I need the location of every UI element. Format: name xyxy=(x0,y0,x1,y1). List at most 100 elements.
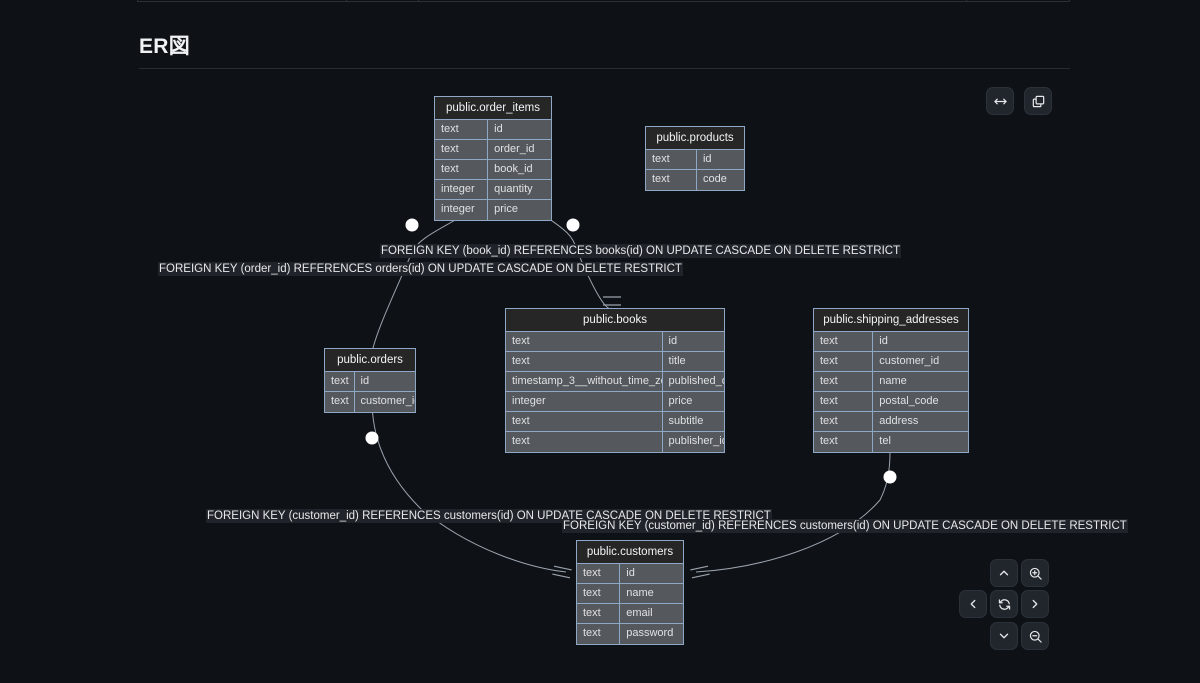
pan-up-button[interactable] xyxy=(990,559,1018,587)
er-column-type: text xyxy=(577,624,621,644)
er-column-name: password xyxy=(626,627,674,639)
er-column-name: code xyxy=(702,173,727,185)
chevron-up-icon xyxy=(999,570,1009,576)
er-table[interactable]: public.shipping_addresses text id text custo… xyxy=(813,308,969,453)
er-table-row: text id xyxy=(577,564,683,584)
chevron-down-icon xyxy=(999,633,1009,639)
er-table-row: integer price xyxy=(435,200,551,220)
er-column-name: id xyxy=(702,153,712,165)
er-table-row: text address xyxy=(814,412,968,432)
er-column-name: order_id xyxy=(494,143,535,155)
duplicate-button[interactable] xyxy=(1024,87,1052,115)
er-table-row: text title xyxy=(506,352,724,372)
many-endpoint-marker xyxy=(566,218,580,232)
one-endpoint-books xyxy=(603,296,621,306)
er-table[interactable]: public.products text id text code xyxy=(645,126,745,191)
er-column-name: address xyxy=(879,415,919,427)
er-column-type: text xyxy=(814,432,874,452)
er-column-name: postal_code xyxy=(879,395,939,407)
er-column-name: id xyxy=(360,375,370,387)
er-table-row: text id xyxy=(325,372,415,392)
er-column-type: text xyxy=(814,392,874,411)
er-column-name: title xyxy=(668,355,686,367)
relationship-label: FOREIGN KEY (book_id) REFERENCES books(i… xyxy=(380,244,902,258)
er-column-type: text xyxy=(814,332,874,351)
er-column-type: text xyxy=(435,120,489,139)
pan-left-button[interactable] xyxy=(959,590,987,618)
er-column-name: price xyxy=(668,395,693,407)
er-column-type: text xyxy=(506,332,663,351)
er-column-type: integer xyxy=(506,392,663,411)
diagram-canvas[interactable]: public.order_items text id text order_id text… xyxy=(0,76,1200,683)
page-title: ER図 xyxy=(139,35,191,58)
er-column-type: text xyxy=(577,584,621,603)
many-endpoint-marker xyxy=(883,470,897,484)
many-endpoint-marker xyxy=(365,431,379,445)
copy-icon xyxy=(1032,95,1044,107)
er-column-type: text xyxy=(325,372,355,391)
er-column-name: publisher_id xyxy=(668,435,724,447)
table-cell xyxy=(347,0,419,1)
er-column-type: text xyxy=(577,564,621,583)
reset-view-button[interactable] xyxy=(990,590,1018,618)
er-table-row: text email xyxy=(577,604,683,624)
pan-down-button[interactable] xyxy=(990,622,1018,650)
er-table-row: text subtitle xyxy=(506,412,724,432)
er-column-name: customer_id xyxy=(879,355,940,367)
er-table-name: public.orders xyxy=(325,349,415,372)
er-table-row: integer price xyxy=(506,392,724,412)
er-table[interactable]: public.customers text id text name text email t… xyxy=(576,540,684,645)
er-table[interactable]: public.orders text id text customer_id xyxy=(324,348,416,413)
er-column-type: text xyxy=(814,372,874,391)
er-table[interactable]: public.books text id text title timestamp_3__… xyxy=(505,308,725,453)
pan-right-button[interactable] xyxy=(1021,590,1049,618)
zoom-in-icon xyxy=(1029,567,1042,580)
zoom-in-button[interactable] xyxy=(1021,559,1049,587)
er-column-name: quantity xyxy=(494,183,533,195)
many-endpoint-marker xyxy=(405,218,419,232)
er-column-type: text xyxy=(506,352,663,371)
truncated-table-above xyxy=(137,0,1070,2)
fit-width-button[interactable] xyxy=(986,87,1014,115)
er-table-name: public.customers xyxy=(577,541,683,564)
er-table-row: text code xyxy=(646,170,744,190)
er-table-row: timestamp_3__without_time_zone published_… xyxy=(506,372,724,392)
er-column-name: price xyxy=(494,203,518,215)
er-column-type: text xyxy=(506,432,663,452)
er-column-type: timestamp_3__without_time_zone xyxy=(506,372,663,391)
er-table-row: text publisher_id xyxy=(506,432,724,452)
er-column-type: integer xyxy=(435,200,489,220)
er-table-row: text customer_id xyxy=(814,352,968,372)
er-column-name: id xyxy=(879,335,888,347)
er-column-name: id xyxy=(626,567,635,579)
horizontal-arrows-icon xyxy=(993,98,1007,104)
er-column-type: text xyxy=(814,352,874,371)
zoom-out-button[interactable] xyxy=(1021,622,1049,650)
er-column-type: text xyxy=(435,160,489,179)
fk-order-items-orders xyxy=(371,211,469,353)
er-table-name: public.products xyxy=(646,127,744,150)
er-column-type: text xyxy=(577,604,621,623)
er-column-name: name xyxy=(626,587,654,599)
er-table-row: text name xyxy=(814,372,968,392)
er-column-name: book_id xyxy=(494,163,533,175)
er-diagram-page: ER図 public.order_items text id text order_id… xyxy=(0,0,1200,683)
er-table-row: text id xyxy=(646,150,744,170)
zoom-out-icon xyxy=(1029,630,1042,643)
er-table-row: text name xyxy=(577,584,683,604)
er-table[interactable]: public.order_items text id text order_id text… xyxy=(434,96,552,221)
table-cell xyxy=(138,0,347,1)
er-column-name: subtitle xyxy=(668,415,704,427)
er-column-type: text xyxy=(646,170,697,190)
er-table-name: public.books xyxy=(506,309,724,332)
title-divider xyxy=(139,68,1070,69)
er-table-row: text password xyxy=(577,624,683,644)
er-table-row: text order_id xyxy=(435,140,551,160)
relationship-label: FOREIGN KEY (order_id) REFERENCES orders… xyxy=(158,262,683,276)
er-table-row: text book_id xyxy=(435,160,551,180)
er-column-name: published_on xyxy=(668,375,724,387)
chevron-left-icon xyxy=(970,599,976,609)
er-table-row: integer quantity xyxy=(435,180,551,200)
relationship-label: FOREIGN KEY (customer_id) REFERENCES cus… xyxy=(562,519,1128,533)
er-column-type: text xyxy=(646,150,697,169)
